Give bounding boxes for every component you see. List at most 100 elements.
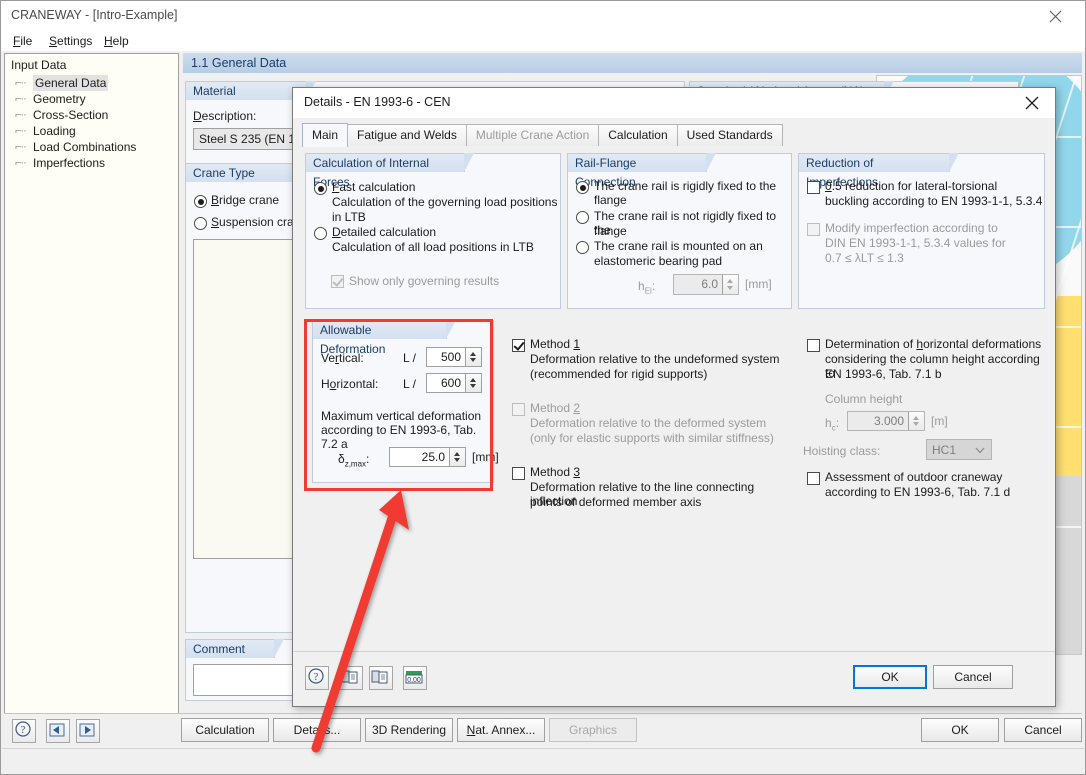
tree-item-list: ⌐·· General Data ⌐·· Geometry ⌐·· Cross-… (15, 75, 175, 171)
tab-multiple-crane-action: Multiple Crane Action (465, 124, 600, 146)
allowable-deformation-group: Allowable Deformation Vertical: L / 500 … (312, 320, 499, 483)
hel-symbol: h (638, 279, 645, 293)
tab-main[interactable]: Main (302, 123, 349, 147)
sidebar-item-geometry[interactable]: ⌐·· Geometry (15, 91, 175, 107)
crane-type-group-title: Crane Type (185, 163, 304, 182)
save-defaults-icon (371, 670, 388, 684)
modify-imperfection-label-1: Modify imperfection according to (825, 221, 998, 235)
rail-flange-group-title: Rail-Flange Connection (567, 153, 716, 189)
delta-z-max-input[interactable]: 25.0 (389, 447, 466, 467)
sidebar-item-general-data[interactable]: ⌐·· General Data (15, 75, 175, 91)
dialog-close-button[interactable] (1010, 89, 1054, 115)
method-3-checkbox[interactable] (512, 467, 525, 480)
modify-imperfection-label-2: DIN EN 1993-1-1, 5.3.4 values for (825, 236, 1006, 250)
svg-text:?: ? (21, 725, 26, 736)
window-close-button[interactable] (1033, 5, 1077, 27)
delta-z-max-value: 25.0 (421, 450, 445, 464)
help-icon-button[interactable]: ? (12, 719, 36, 743)
fast-calculation-desc-2: in LTB (332, 210, 366, 224)
dialog-ok-button[interactable]: OK (853, 665, 927, 689)
reduction-lateral-torsional-checkbox[interactable] (807, 181, 820, 194)
load-defaults-icon (341, 670, 358, 684)
sidebar-item-imperfections[interactable]: ⌐·· Imperfections (15, 155, 175, 171)
fast-calculation-radio[interactable] (314, 182, 327, 195)
next-icon (79, 723, 95, 737)
rail-rigidly-fixed-label: The crane rail is rigidly fixed to the f… (594, 179, 777, 207)
vertical-value: 500 (440, 350, 461, 364)
chevron-down-icon (975, 447, 985, 454)
panel-header: 1.1 General Data (183, 53, 1082, 73)
column-height-spinner (908, 412, 924, 430)
load-defaults-button[interactable] (339, 666, 363, 690)
sidebar-item-loading[interactable]: ⌐·· Loading (15, 123, 175, 139)
method-3-desc-2: points of deformed member axis (530, 495, 702, 509)
description-label: Description: (193, 109, 257, 123)
horizontal-prefix: L / (403, 377, 416, 391)
menu-settings[interactable]: Settings (43, 33, 98, 49)
determination-horizontal-checkbox[interactable] (807, 339, 820, 352)
previous-icon-button[interactable] (46, 719, 70, 743)
units-button[interactable]: 0,00 (403, 666, 427, 690)
details-dialog: Details - EN 1993-6 - CEN Main Fatigue a… (292, 87, 1056, 742)
rail-not-rigidly-fixed-radio[interactable] (576, 211, 589, 224)
calculation-button[interactable]: Calculation (181, 718, 269, 742)
sidebar-item-load-combinations[interactable]: ⌐·· Load Combinations (15, 139, 175, 155)
menu-file[interactable]: File (7, 33, 38, 49)
rail-elastomeric-pad-label-2: elastomeric bearing pad (594, 254, 723, 268)
method-1-desc-1: Deformation relative to the undeformed s… (530, 352, 780, 366)
column-height-label: Column height (825, 392, 903, 406)
vertical-input[interactable]: 500 (426, 347, 482, 367)
method-1-number: 1 (573, 337, 581, 351)
delta-z-max-spinner[interactable] (449, 448, 465, 466)
menu-settings-label-rest: ettings (57, 34, 93, 48)
hel-input: 6.0 (673, 274, 739, 295)
sidebar-item-cross-section[interactable]: ⌐·· Cross-Section (15, 107, 175, 123)
crane-type-suspension-radio[interactable] (194, 217, 207, 230)
save-defaults-button[interactable] (369, 666, 393, 690)
units-icon: 0,00 (405, 671, 423, 684)
hc-colon: : (835, 416, 840, 430)
menu-help[interactable]: Help (98, 33, 135, 49)
vertical-spinner[interactable] (465, 348, 481, 366)
dialog-tabstrip: Main Fatigue and Welds Multiple Crane Ac… (302, 123, 783, 147)
reduction-label-rest: .5 reduction for lateral-torsional (831, 179, 998, 193)
delta-symbol: δ (338, 452, 345, 466)
delta-z-max-label: δz,max: (338, 452, 369, 468)
menu-help-label-rest: elp (112, 34, 129, 48)
detailed-calculation-radio[interactable] (314, 227, 327, 240)
dialog-cancel-button[interactable]: Cancel (933, 665, 1013, 689)
next-icon-button[interactable] (76, 719, 100, 743)
rail-elastomeric-pad-radio[interactable] (576, 241, 589, 254)
tab-used-standards[interactable]: Used Standards (676, 124, 783, 146)
reduction-lateral-torsional-label-1: 0.5 reduction for lateral-torsional (825, 179, 998, 193)
sidebar-item-label: Imperfections (33, 156, 106, 170)
close-icon (1025, 96, 1039, 110)
vertical-label: Vertical: (321, 351, 364, 365)
horizontal-spinner[interactable] (465, 374, 481, 392)
delta-colon: : (366, 452, 370, 466)
tree-branch-icon: ⌐·· (15, 125, 27, 137)
rail-rigidly-fixed-radio[interactable] (576, 181, 589, 194)
sidebar-item-label: Load Combinations (33, 140, 137, 154)
outdoor-craneway-label-1: Assessment of outdoor craneway (825, 470, 1003, 484)
tab-calculation[interactable]: Calculation (598, 124, 678, 146)
crane-type-bridge-radio[interactable] (194, 195, 207, 208)
rail-elastomeric-pad-label-1: The crane rail is mounted on an (594, 239, 763, 253)
hc-label: hc: (825, 416, 839, 432)
method-1-checkbox[interactable] (512, 339, 525, 352)
tab-fatigue-and-welds[interactable]: Fatigue and Welds (347, 124, 467, 146)
fast-calculation-desc-1: Calculation of the governing load positi… (332, 195, 558, 209)
show-governing-results-label: Show only governing results (349, 274, 500, 288)
hel-value: 6.0 (701, 277, 718, 291)
method-1-name: Method (530, 337, 571, 351)
horizontal-input[interactable]: 600 (426, 373, 482, 393)
method-2-name: Method (530, 401, 571, 415)
internal-forces-group: Calculation of Internal Forces Fast calc… (305, 153, 561, 309)
crane-type-bridge-label: Bridge crane (211, 193, 280, 207)
hc-symbol: h (825, 416, 832, 430)
comment-group-title: Comment (185, 639, 284, 658)
dialog-help-button[interactable]: ? (305, 666, 329, 690)
outdoor-craneway-checkbox[interactable] (807, 472, 820, 485)
method-1-desc-2: (recommended for rigid supports) (530, 367, 708, 381)
imperfections-group: Reduction of Imperfections 0.5 reduction… (798, 153, 1045, 309)
